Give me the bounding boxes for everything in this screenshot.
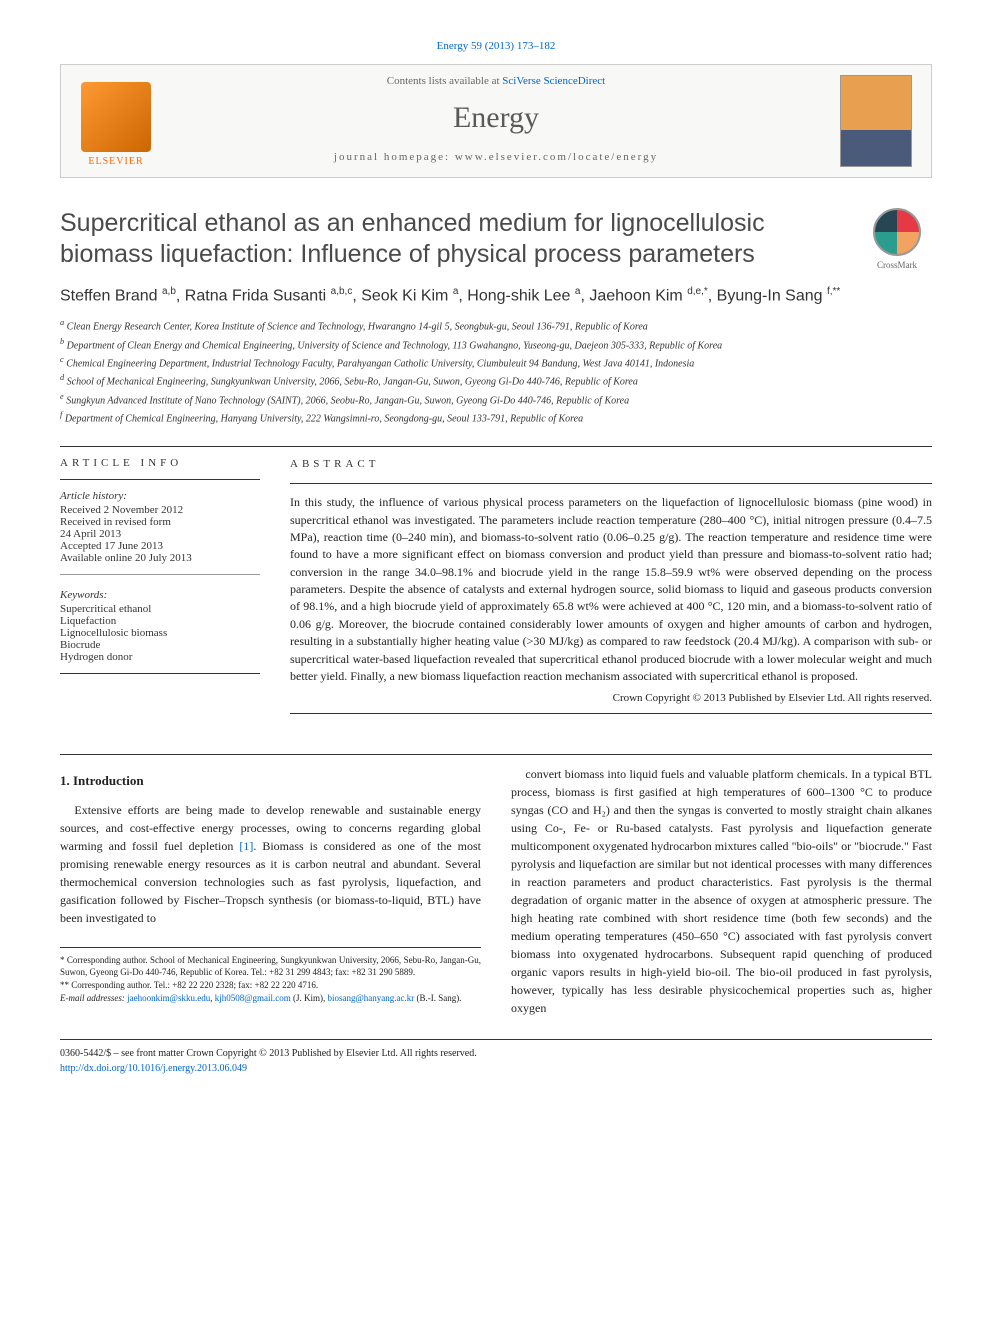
citation: Energy 59 (2013) 173–182	[60, 40, 932, 52]
journal-name: Energy	[191, 101, 801, 135]
divider	[290, 483, 932, 484]
section-number: 1.	[60, 773, 70, 788]
crossmark-badge[interactable]: CrossMark	[862, 208, 932, 270]
paragraph: convert biomass into liquid fuels and va…	[511, 765, 932, 1017]
publisher-block: ELSEVIER	[61, 65, 171, 177]
journal-cover-icon	[840, 75, 912, 167]
email-link-2[interactable]: kjh0508@gmail.com	[215, 993, 291, 1003]
ref-link[interactable]: [1]	[239, 839, 253, 853]
section-heading: 1. Introduction	[60, 771, 481, 791]
contents-available: Contents lists available at SciVerse Sci…	[191, 75, 801, 87]
elsevier-tree-icon	[81, 82, 151, 152]
doi-link[interactable]: http://dx.doi.org/10.1016/j.energy.2013.…	[60, 1063, 247, 1074]
corresponding-2: ** Corresponding author. Tel.: +82 22 22…	[60, 979, 481, 992]
affiliations: a Clean Energy Research Center, Korea In…	[60, 317, 932, 426]
emails-label: E-mail addresses:	[60, 993, 127, 1003]
journal-cover-block	[821, 65, 931, 177]
footnotes: * Corresponding author. School of Mechan…	[60, 947, 481, 1004]
email-who-1: (J. Kim),	[291, 993, 328, 1003]
article-title: Supercritical ethanol as an enhanced med…	[60, 208, 842, 271]
keywords-label: Keywords:	[60, 589, 260, 601]
history-label: Article history:	[60, 490, 260, 502]
issn-line: 0360-5442/$ – see front matter Crown Cop…	[60, 1046, 932, 1061]
journal-homepage: journal homepage: www.elsevier.com/locat…	[191, 151, 801, 163]
section-title: Introduction	[73, 773, 144, 788]
sciencedirect-link[interactable]: SciVerse ScienceDirect	[502, 75, 605, 87]
email-who-2: (B.-I. Sang).	[414, 993, 461, 1003]
divider	[60, 446, 932, 447]
footer: 0360-5442/$ – see front matter Crown Cop…	[60, 1039, 932, 1076]
article-info-column: ARTICLE INFO Article history: Received 2…	[60, 457, 260, 724]
publisher-name: ELSEVIER	[88, 156, 143, 167]
abstract-copyright: Crown Copyright © 2013 Published by Else…	[290, 691, 932, 707]
contents-prefix: Contents lists available at	[387, 75, 502, 87]
crossmark-icon	[873, 208, 921, 256]
homepage-url[interactable]: www.elsevier.com/locate/energy	[455, 151, 658, 163]
email-link-3[interactable]: biosang@hanyang.ac.kr	[327, 993, 414, 1003]
corresponding-1: * Corresponding author. School of Mechan…	[60, 954, 481, 979]
crossmark-label: CrossMark	[877, 260, 917, 270]
journal-header: ELSEVIER Contents lists available at Sci…	[60, 64, 932, 178]
abstract-column: ABSTRACT In this study, the influence of…	[290, 457, 932, 724]
article-info-heading: ARTICLE INFO	[60, 457, 260, 469]
abstract-heading: ABSTRACT	[290, 457, 932, 473]
keywords-lines: Supercritical ethanolLiquefactionLignoce…	[60, 603, 260, 663]
divider	[60, 479, 260, 480]
email-link-1[interactable]: jaehoonkim@skku.edu	[127, 993, 210, 1003]
abstract-text: In this study, the influence of various …	[290, 494, 932, 685]
emails-line: E-mail addresses: jaehoonkim@skku.edu, k…	[60, 992, 481, 1005]
paragraph: Extensive efforts are being made to deve…	[60, 801, 481, 927]
divider	[60, 754, 932, 755]
homepage-prefix: journal homepage:	[334, 151, 455, 163]
body-text: 1. Introduction Extensive efforts are be…	[60, 765, 932, 1019]
history-lines: Received 2 November 2012Received in revi…	[60, 504, 260, 564]
authors-list: Steffen Brand a,b, Ratna Frida Susanti a…	[60, 285, 932, 308]
divider	[290, 713, 932, 714]
